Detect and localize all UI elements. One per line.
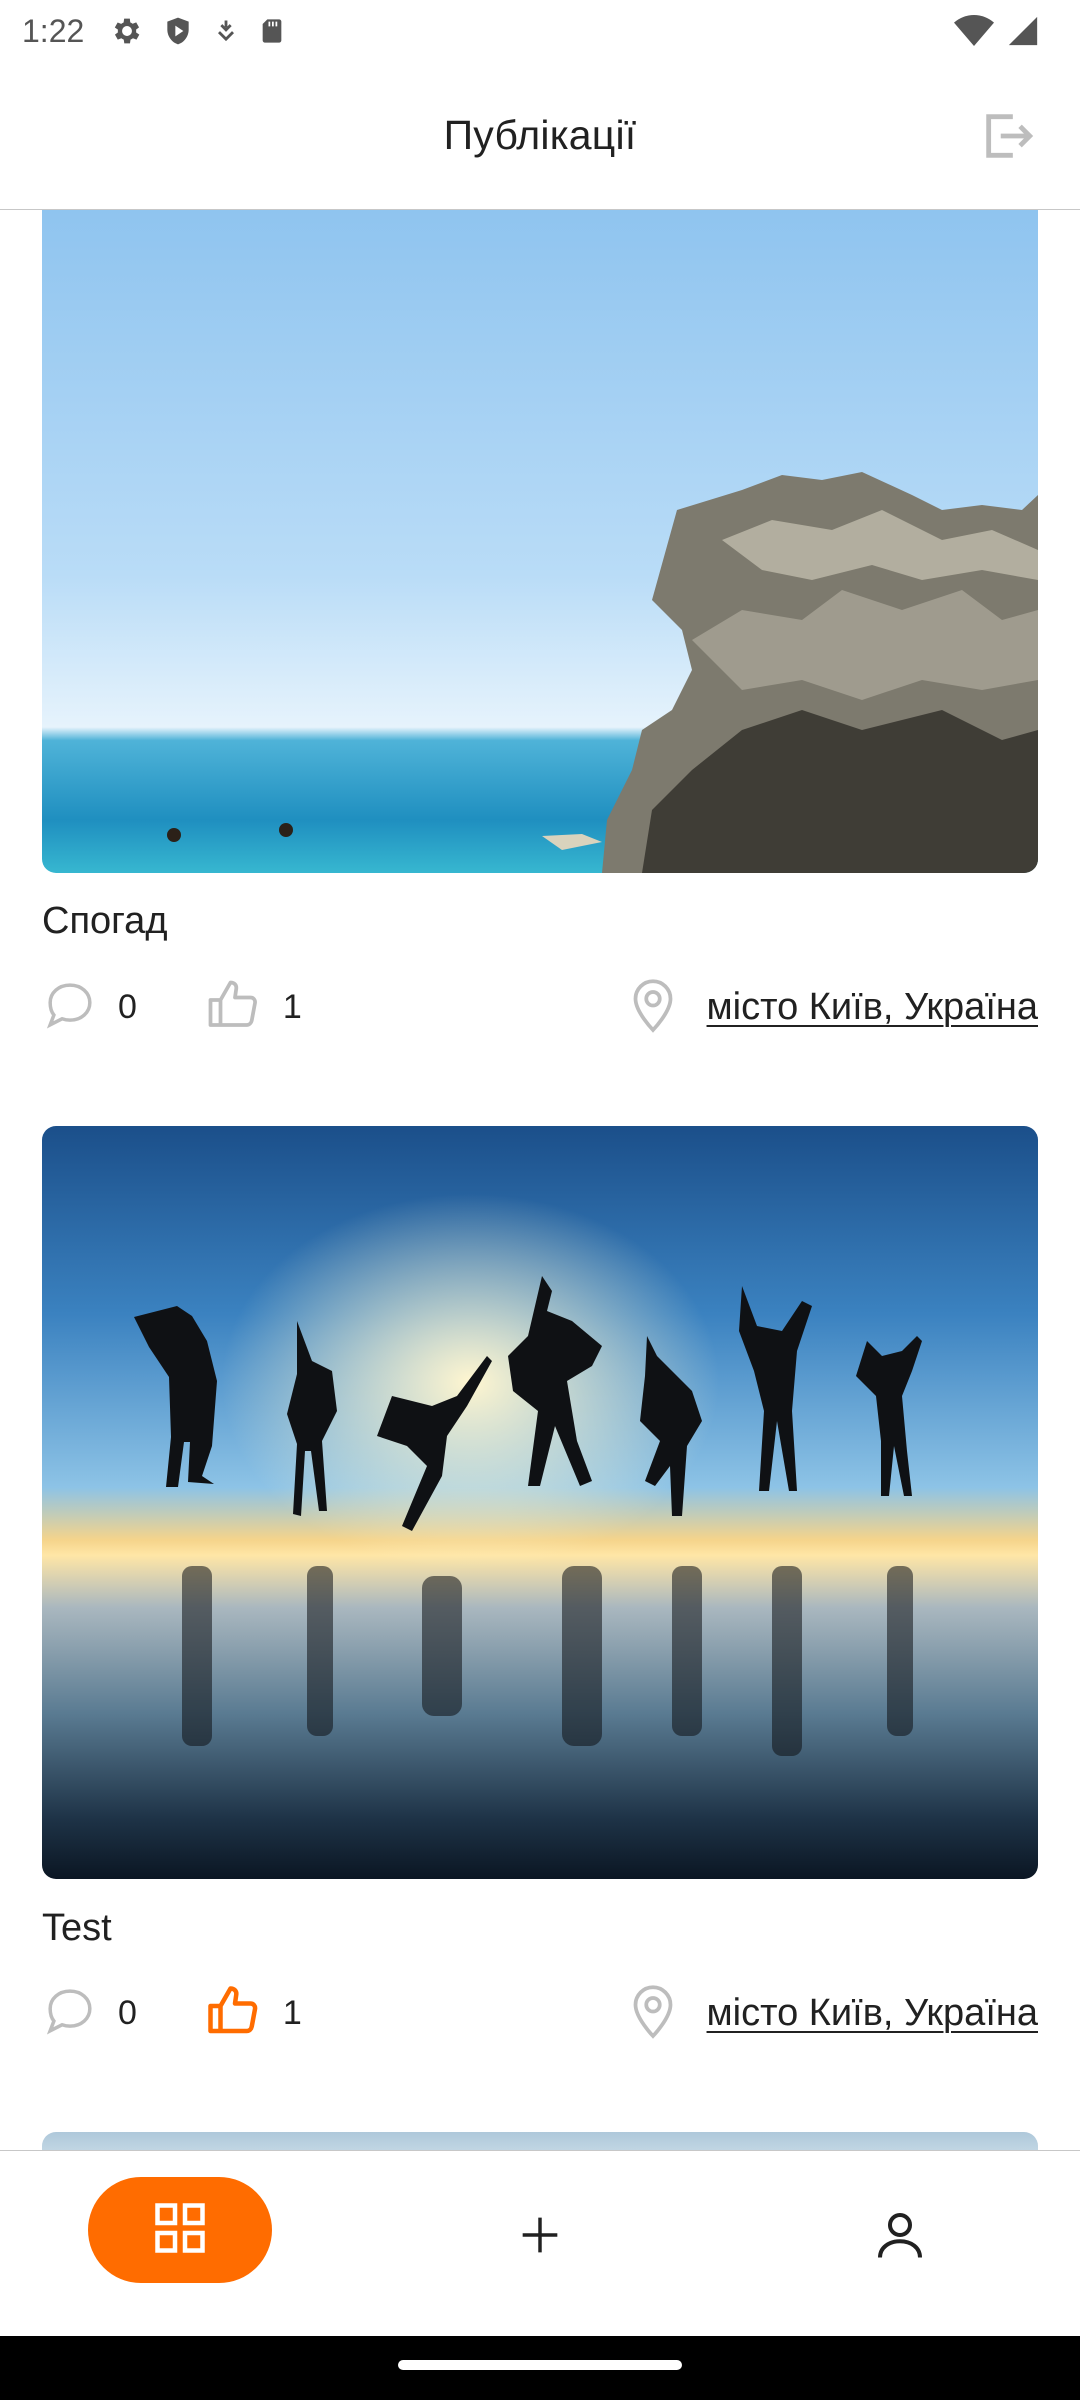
- system-nav-bar: [0, 2336, 1080, 2400]
- bottom-nav: [0, 2150, 1080, 2336]
- nav-posts-button[interactable]: [88, 2177, 272, 2283]
- location-link[interactable]: місто Київ, Україна: [623, 1980, 1038, 2047]
- logout-button[interactable]: [976, 106, 1040, 170]
- comments-count: 0: [118, 987, 137, 1026]
- posts-feed[interactable]: Спогад 0 1 місто Київ, Україна Test 0 1 …: [0, 210, 1080, 2150]
- comment-icon: [42, 977, 98, 1038]
- page-title: Публікації: [443, 112, 637, 158]
- location-text[interactable]: місто Київ, Україна: [707, 1992, 1038, 2035]
- post-title: Спогад: [42, 900, 168, 942]
- thumbs-up-icon: [203, 1981, 263, 2046]
- post-meta: 0 1 місто Київ, Україна: [42, 1978, 1038, 2048]
- comments-button[interactable]: 0: [42, 977, 137, 1038]
- comment-icon: [42, 1983, 98, 2044]
- sea-cliff-photo: [167, 472, 1038, 873]
- logout-icon: [979, 107, 1037, 170]
- app-header: Публікації: [0, 62, 1080, 210]
- download-icon: [212, 15, 240, 47]
- post-image[interactable]: [42, 2132, 1038, 2150]
- sunset-jumping-people-photo: [42, 1126, 1038, 1879]
- user-icon: [870, 2205, 930, 2270]
- post-title: Test: [42, 1907, 112, 1949]
- nav-profile-button[interactable]: [860, 2197, 940, 2277]
- status-left: 1:22: [22, 13, 286, 50]
- sd-card-icon: [258, 15, 286, 47]
- plus-icon: [514, 2209, 566, 2266]
- post-meta: 0 1 місто Київ, Україна: [42, 972, 1038, 1042]
- nav-create-button[interactable]: [500, 2197, 580, 2277]
- map-pin-icon: [623, 974, 683, 1041]
- post-image[interactable]: [42, 210, 1038, 873]
- wifi-icon: [954, 14, 994, 48]
- thumbs-up-icon: [203, 975, 263, 1040]
- signal-icon: [1006, 14, 1040, 48]
- location-text[interactable]: місто Київ, Україна: [707, 986, 1038, 1029]
- map-pin-icon: [623, 1980, 683, 2047]
- likes-count: 1: [282, 987, 302, 1026]
- like-button[interactable]: 1: [203, 1981, 302, 2046]
- settings-icon: [110, 14, 144, 48]
- status-bar: 1:22: [0, 0, 1080, 62]
- like-button[interactable]: 1: [203, 975, 302, 1040]
- comments-button[interactable]: 0: [42, 1983, 137, 2044]
- post-image[interactable]: [42, 1126, 1038, 1879]
- home-indicator[interactable]: [398, 2360, 682, 2370]
- comments-count: 0: [118, 1993, 137, 2032]
- shield-icon: [162, 14, 194, 48]
- status-right: [954, 14, 1058, 48]
- status-time: 1:22: [22, 12, 85, 49]
- location-link[interactable]: місто Київ, Україна: [623, 974, 1038, 1041]
- grid-icon: [150, 2198, 210, 2263]
- likes-count: 1: [282, 1993, 302, 2032]
